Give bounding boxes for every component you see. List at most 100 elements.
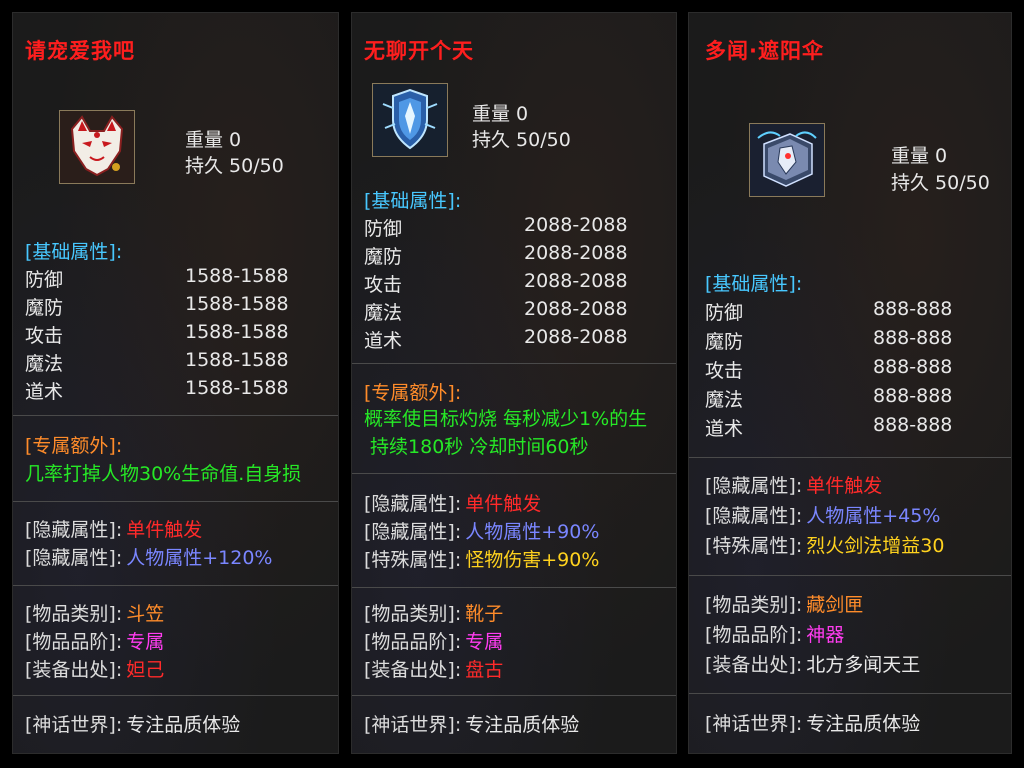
armor-book-icon [749,123,825,197]
stat-label: 防御 [364,218,403,240]
stat-value: 2088-2088 [524,242,628,264]
attr-value: 斗笠 [126,603,165,625]
attr-label: [装备出处]: [705,654,803,676]
item-grade-row: [物品品阶]: 神器 [705,620,844,647]
item-category-row: [物品类别]: 藏剑匣 [705,590,863,617]
durability: 持久 50/50 [472,129,571,151]
divider [689,693,1011,694]
item-category-row: [物品类别]: 斗笠 [25,599,164,626]
hidden-attribute-row: [隐藏属性]: 单件触发 [705,471,882,498]
crystal-shield-icon [372,83,448,157]
stat-value: 1588-1588 [185,349,289,371]
stat-row-defense: 防御 2088-2088 [364,214,664,240]
attr-value: 专属 [465,631,504,653]
attr-value: 藏剑匣 [806,594,864,616]
attr-value: 单件触发 [465,493,542,515]
fox-mask-icon [59,110,135,184]
stat-label: 道术 [364,330,403,352]
exclusive-extra-text: 持续180秒 冷却时间60秒 [364,436,589,458]
hidden-attribute-row: [隐藏属性]: 人物属性+90% [364,517,599,544]
durability: 持久 50/50 [891,172,990,194]
divider [352,587,676,588]
stat-label: 攻击 [705,360,744,382]
stat-label: 魔法 [25,353,64,375]
attr-value: 靴子 [465,603,504,625]
footer-label: [神话世界]: [364,714,462,736]
stat-label: 魔防 [705,331,744,353]
stat-row-attack: 攻击 1588-1588 [25,321,325,347]
attr-label: [物品品阶]: [364,631,462,653]
hidden-attribute-row: [隐藏属性]: 单件触发 [364,489,541,516]
attr-label: [特殊属性]: [364,549,462,571]
item-source-row: [装备出处]: 妲己 [25,655,164,682]
stat-value: 888-888 [873,414,953,436]
stat-label: 防御 [25,269,64,291]
divider [689,575,1011,576]
weight: 重量 0 [185,129,242,151]
hidden-attribute-row: [隐藏属性]: 人物属性+120% [25,543,272,570]
exclusive-extra-text: 概率使目标灼烧 每秒减少1%的生 [364,408,648,430]
hidden-attribute-row: [隐藏属性]: 人物属性+45% [705,501,940,528]
stat-label: 道术 [25,381,64,403]
stat-value: 888-888 [873,385,953,407]
footer-row: [神话世界]: 专注品质体验 [705,709,920,736]
stat-label: 攻击 [25,325,64,347]
weight: 重量 0 [472,103,529,125]
divider [352,695,676,696]
attr-value: 人物属性+45% [806,505,941,527]
item-category-row: [物品类别]: 靴子 [364,599,503,626]
divider [13,501,338,502]
divider [13,415,338,416]
item-name: 多闻·遮阳伞 [705,39,824,63]
special-attribute-row: [特殊属性]: 烈火剑法增益30 [705,531,944,558]
base-attributes-header: [基础属性]: [705,273,803,295]
footer-value: 专注品质体验 [806,713,921,735]
divider [352,363,676,364]
base-attributes-header: [基础属性]: [25,241,123,263]
exclusive-extra-header: [专属额外]: [25,435,123,457]
base-attributes-header: [基础属性]: [364,190,462,212]
item-tooltip-panel-2: 无聊开个天 重量 0 持久 50/50 [基础属性]: 防御 2088-2088… [351,12,677,754]
attr-label: [装备出处]: [364,659,462,681]
attr-value: 北方多闻天王 [806,654,921,676]
stat-label: 魔防 [25,297,64,319]
attr-label: [物品类别]: [705,594,803,616]
attr-value: 妲己 [126,659,165,681]
stat-row-magic: 魔法 1588-1588 [25,349,325,375]
footer-label: [神话世界]: [705,713,803,735]
attr-label: [隐藏属性]: [364,493,462,515]
stat-value: 2088-2088 [524,298,628,320]
attr-value: 烈火剑法增益30 [806,535,945,557]
item-source-row: [装备出处]: 盘古 [364,655,503,682]
divider [13,585,338,586]
item-name: 无聊开个天 [364,39,474,63]
weight: 重量 0 [891,145,948,167]
item-tooltip-panel-3: 多闻·遮阳伞 重量 0 持久 50/50 [基础属性]: 防御 888-888 … [688,12,1012,754]
item-tooltip-panel-1: 请宠爱我吧 重量 0 持久 50/50 [基础属性]: 防御 1588-1588… [12,12,339,754]
item-name: 请宠爱我吧 [25,39,135,63]
stat-row-magic-defense: 魔防 888-888 [705,327,995,353]
hidden-attribute-row: [隐藏属性]: 单件触发 [25,515,202,542]
stat-value: 2088-2088 [524,270,628,292]
footer-row: [神话世界]: 专注品质体验 [25,710,240,737]
attr-label: [物品品阶]: [705,624,803,646]
attr-label: [装备出处]: [25,659,123,681]
stat-row-defense: 防御 888-888 [705,298,995,324]
durability: 持久 50/50 [185,155,284,177]
attr-label: [隐藏属性]: [705,475,803,497]
stat-label: 魔法 [364,302,403,324]
attr-value: 怪物伤害+90% [465,549,600,571]
footer-label: [神话世界]: [25,714,123,736]
stat-row-taoism: 道术 1588-1588 [25,377,325,403]
attr-label: [隐藏属性]: [364,521,462,543]
attr-value: 专属 [126,631,165,653]
stat-value: 1588-1588 [185,265,289,287]
attr-label: [隐藏属性]: [705,505,803,527]
attr-value: 单件触发 [126,519,203,541]
stat-row-taoism: 道术 2088-2088 [364,326,664,352]
footer-row: [神话世界]: 专注品质体验 [364,710,579,737]
stat-value: 888-888 [873,298,953,320]
stat-label: 攻击 [364,274,403,296]
item-grade-row: [物品品阶]: 专属 [25,627,164,654]
stat-row-magic: 魔法 888-888 [705,385,995,411]
